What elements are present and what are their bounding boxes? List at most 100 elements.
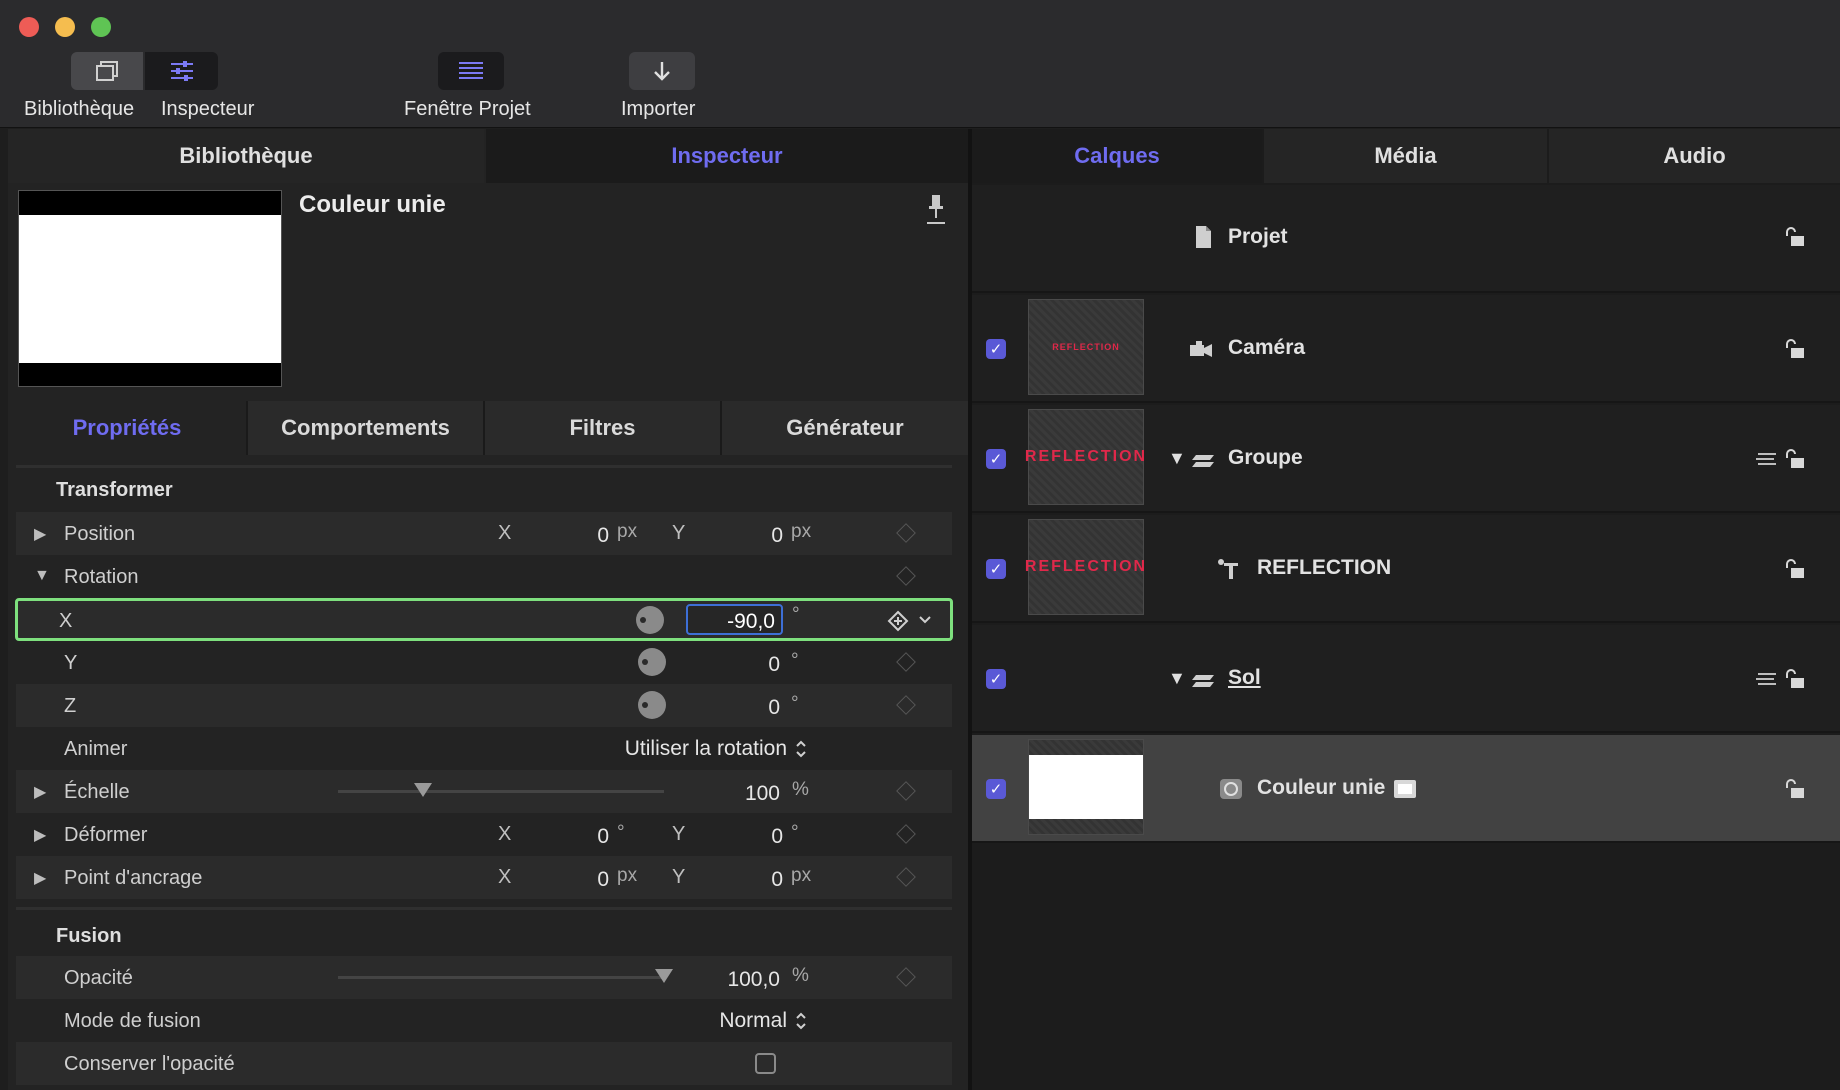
position-row: ▶ Position X 0 px Y 0 px bbox=[16, 512, 952, 555]
layer-row[interactable]: ✓ REFLECTION ▼ Groupe bbox=[972, 405, 1840, 513]
rotation-dial-icon[interactable] bbox=[636, 606, 664, 634]
layer-visibility-checkbox[interactable]: ✓ bbox=[986, 339, 1006, 359]
bibliotheque-toolbar-button[interactable] bbox=[71, 52, 143, 90]
tab-audio[interactable]: Audio bbox=[1549, 129, 1840, 183]
rotation-y-row: Y 0 ° bbox=[16, 641, 952, 684]
unlock-icon[interactable] bbox=[1784, 448, 1806, 470]
layer-row-selected[interactable]: ✓ Couleur unie bbox=[972, 735, 1840, 843]
keyframe-icon[interactable] bbox=[896, 566, 916, 586]
deformer-x-unit: ° bbox=[617, 822, 625, 843]
keyframe-icon[interactable] bbox=[896, 523, 916, 543]
layer-row[interactable]: ✓ REFLECTION Caméra bbox=[972, 295, 1840, 403]
keyframe-icon[interactable] bbox=[896, 652, 916, 672]
keyframe-icon[interactable] bbox=[896, 695, 916, 715]
rotation-x-unit: ° bbox=[792, 604, 800, 625]
tab-inspecteur[interactable]: Inspecteur bbox=[486, 129, 968, 183]
unlock-icon[interactable] bbox=[1784, 668, 1806, 690]
mode-fusion-value: Normal bbox=[719, 1009, 787, 1032]
tab-filtres[interactable]: Filtres bbox=[485, 401, 722, 455]
unlock-icon[interactable] bbox=[1784, 558, 1806, 580]
rotation-dial-icon[interactable] bbox=[638, 648, 666, 676]
layer-visibility-checkbox[interactable]: ✓ bbox=[986, 779, 1006, 799]
keyframe-icon[interactable] bbox=[896, 781, 916, 801]
animer-popup[interactable]: Utiliser la rotation bbox=[611, 737, 811, 763]
generator-icon bbox=[1220, 779, 1242, 799]
rotation-y-value[interactable]: 0 bbox=[706, 653, 780, 677]
position-y-value[interactable]: 0 bbox=[730, 524, 783, 548]
rotation-z-unit: ° bbox=[791, 693, 799, 714]
animer-label: Animer bbox=[64, 738, 128, 760]
layer-stack-icon bbox=[1756, 453, 1776, 465]
ancrage-y-value[interactable]: 0 bbox=[730, 868, 783, 892]
layer-name: Caméra bbox=[1228, 336, 1306, 359]
echelle-unit: % bbox=[792, 779, 809, 800]
preview-thumbnail bbox=[18, 190, 282, 387]
disclosure-triangle-icon[interactable]: ▶ bbox=[34, 524, 46, 544]
disclosure-triangle-open-icon[interactable]: ▼ bbox=[34, 567, 50, 585]
zoom-window-button[interactable] bbox=[91, 17, 111, 37]
pin-icon[interactable] bbox=[926, 193, 946, 225]
tab-bibliotheque[interactable]: Bibliothèque bbox=[8, 129, 484, 183]
layer-row[interactable]: ✓ REFLECTION REFLECTION bbox=[972, 515, 1840, 623]
ancrage-x-value[interactable]: 0 bbox=[556, 868, 609, 892]
position-x-value[interactable]: 0 bbox=[556, 524, 609, 548]
disclosure-triangle-open-icon[interactable]: ▼ bbox=[1168, 448, 1186, 469]
disclosure-triangle-icon[interactable]: ▶ bbox=[34, 825, 46, 845]
deformer-x-value[interactable]: 0 bbox=[556, 825, 609, 849]
ancrage-x-unit: px bbox=[617, 865, 638, 886]
keyframe-add-icon[interactable] bbox=[887, 610, 909, 632]
opacite-slider-thumb[interactable] bbox=[655, 969, 673, 983]
keyframe-icon[interactable] bbox=[896, 867, 916, 887]
updown-chevron-icon bbox=[796, 1012, 806, 1030]
tab-generateur[interactable]: Générateur bbox=[722, 401, 968, 455]
layer-name: Sol bbox=[1228, 666, 1261, 689]
layer-row[interactable]: ✓ ▼ Sol bbox=[972, 625, 1840, 733]
echelle-slider-thumb[interactable] bbox=[413, 783, 432, 797]
layer-name: Groupe bbox=[1228, 446, 1303, 469]
mode-fusion-popup[interactable]: Normal bbox=[676, 1009, 811, 1035]
library-icon bbox=[96, 61, 118, 81]
opacite-slider-track[interactable] bbox=[338, 969, 673, 983]
thumbnail-text: REFLECTION bbox=[1052, 342, 1120, 352]
layer-visibility-checkbox[interactable]: ✓ bbox=[986, 449, 1006, 469]
tab-proprietes[interactable]: Propriétés bbox=[8, 401, 248, 455]
close-window-button[interactable] bbox=[19, 17, 39, 37]
tab-calques[interactable]: Calques bbox=[972, 129, 1262, 183]
importer-toolbar-button[interactable] bbox=[629, 52, 695, 90]
section-divider bbox=[16, 465, 952, 468]
echelle-value[interactable]: 100 bbox=[706, 782, 780, 806]
minimize-window-button[interactable] bbox=[55, 17, 75, 37]
fusion-section-title: Fusion bbox=[56, 925, 122, 947]
deformer-y-value[interactable]: 0 bbox=[730, 825, 783, 849]
keyframe-icon[interactable] bbox=[896, 824, 916, 844]
disclosure-triangle-icon[interactable]: ▶ bbox=[34, 868, 46, 888]
disclosure-triangle-open-icon[interactable]: ▼ bbox=[1168, 668, 1186, 689]
rotation-x-input[interactable]: -90,0 bbox=[686, 604, 783, 635]
position-label: Position bbox=[64, 523, 136, 545]
layer-visibility-checkbox[interactable]: ✓ bbox=[986, 669, 1006, 689]
layer-row[interactable]: Projet bbox=[972, 185, 1840, 293]
opacite-value[interactable]: 100,0 bbox=[706, 968, 780, 992]
rotation-z-value[interactable]: 0 bbox=[706, 696, 780, 720]
rotation-y-unit: ° bbox=[791, 650, 799, 671]
unlock-icon[interactable] bbox=[1784, 338, 1806, 360]
echelle-slider-track[interactable] bbox=[338, 783, 664, 797]
tab-comportements[interactable]: Comportements bbox=[248, 401, 485, 455]
inspecteur-toolbar-button[interactable] bbox=[145, 52, 218, 90]
rotation-row: ▼ Rotation bbox=[16, 555, 952, 598]
preview-title: Couleur unie bbox=[299, 191, 446, 218]
unlock-icon[interactable] bbox=[1784, 778, 1806, 800]
mode-fusion-row: Mode de fusion Normal bbox=[16, 999, 952, 1042]
keyframe-icon[interactable] bbox=[896, 967, 916, 987]
fenetre-projet-toolbar-button[interactable] bbox=[438, 52, 504, 90]
disclosure-triangle-icon[interactable]: ▶ bbox=[34, 782, 46, 802]
unlock-icon[interactable] bbox=[1784, 226, 1806, 248]
tab-media[interactable]: Média bbox=[1264, 129, 1547, 183]
chevron-down-icon[interactable] bbox=[918, 614, 932, 626]
conserver-checkbox[interactable] bbox=[755, 1053, 776, 1074]
layer-visibility-checkbox[interactable]: ✓ bbox=[986, 559, 1006, 579]
echelle-label: Échelle bbox=[64, 781, 130, 803]
position-y-label: Y bbox=[672, 522, 686, 544]
rotation-dial-icon[interactable] bbox=[638, 691, 666, 719]
section-divider bbox=[16, 907, 952, 910]
